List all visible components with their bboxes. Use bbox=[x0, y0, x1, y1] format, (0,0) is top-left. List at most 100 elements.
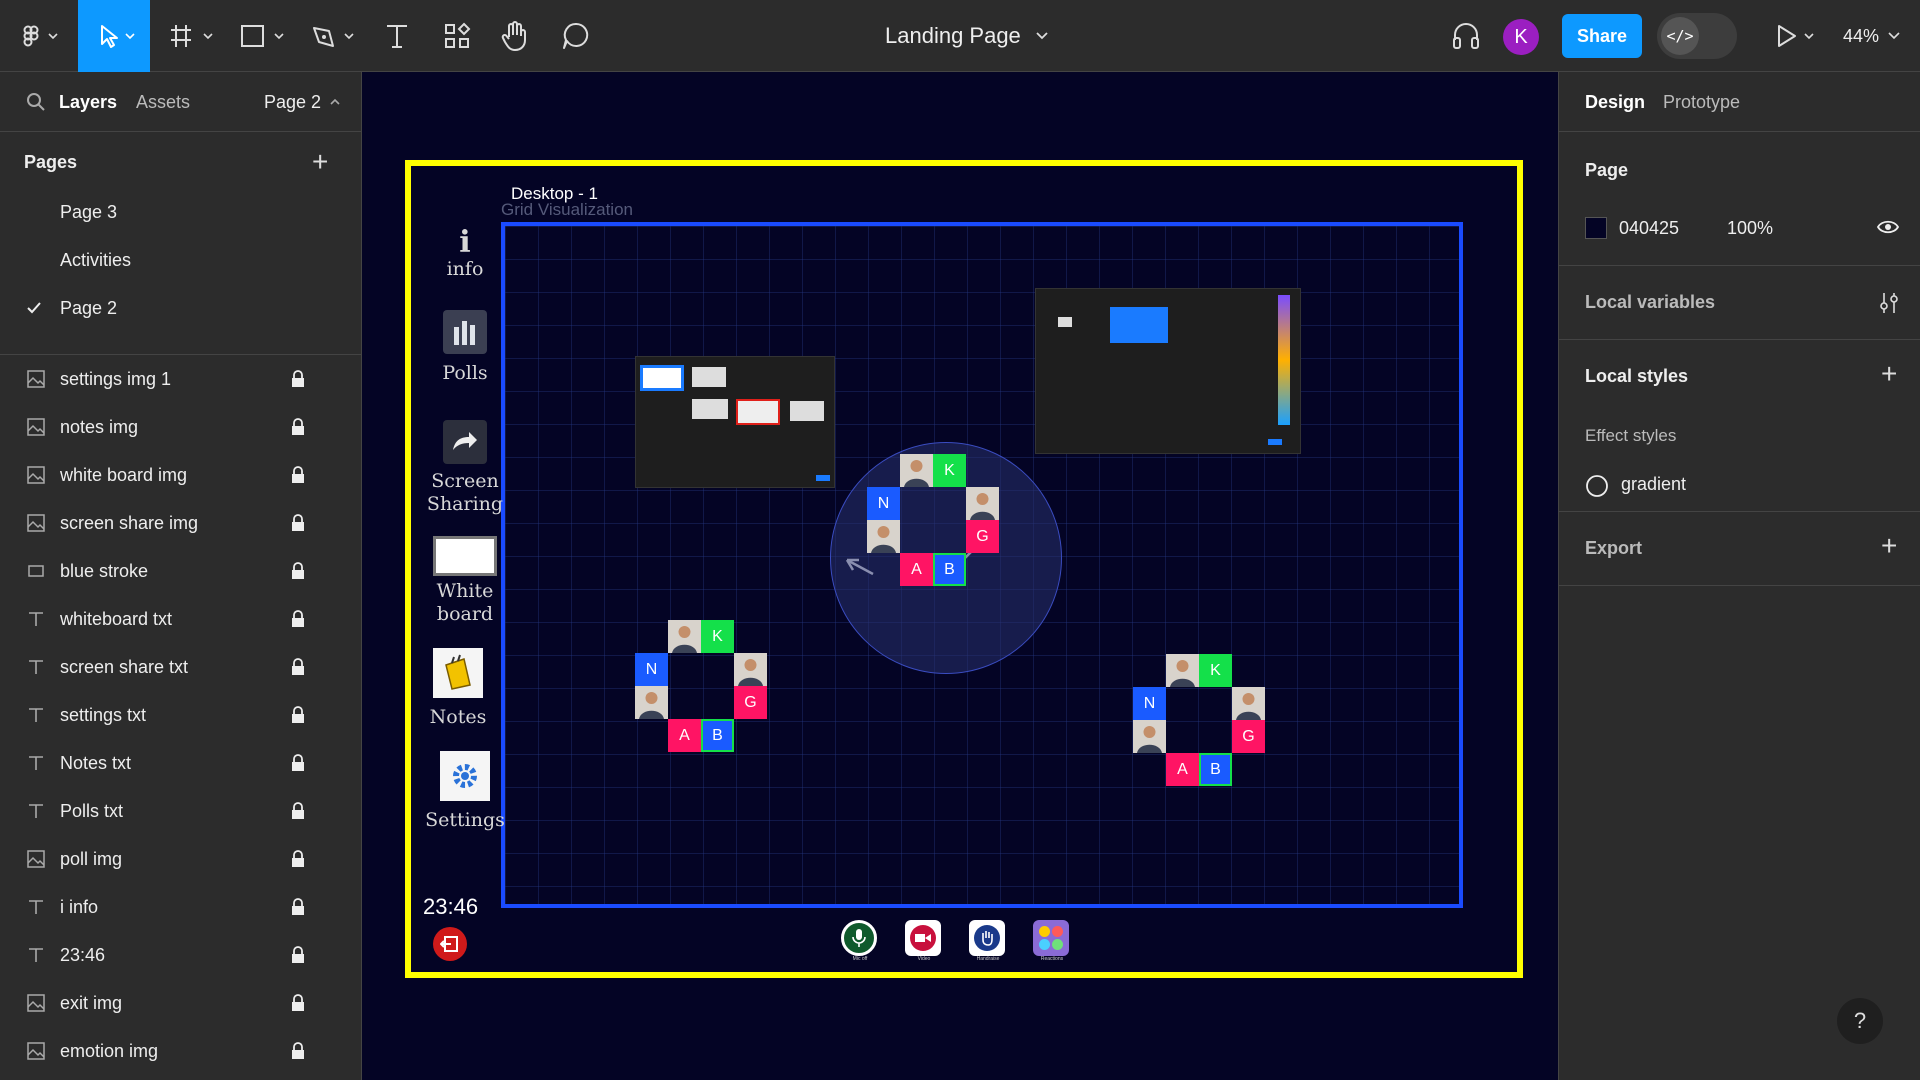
effect-style-gradient[interactable]: gradient bbox=[1621, 474, 1686, 495]
variables-settings-icon[interactable] bbox=[1879, 292, 1899, 314]
tab-design[interactable]: Design bbox=[1585, 92, 1645, 113]
layer-row[interactable]: notes img bbox=[0, 403, 362, 451]
participant-tile[interactable]: B bbox=[933, 553, 966, 586]
lock-icon[interactable] bbox=[291, 610, 305, 628]
local-variables-label[interactable]: Local variables bbox=[1585, 292, 1715, 313]
mic-off-button[interactable]: Mic off bbox=[841, 920, 879, 962]
layer-row[interactable]: i info bbox=[0, 883, 362, 931]
participant-photo[interactable] bbox=[966, 487, 999, 520]
lock-icon[interactable] bbox=[291, 466, 305, 484]
document-title[interactable]: Landing Page bbox=[885, 0, 1049, 72]
info-item[interactable]: i info bbox=[425, 228, 505, 281]
move-tool-icon[interactable] bbox=[78, 0, 150, 72]
layer-row[interactable]: emotion img bbox=[0, 1027, 362, 1075]
participant-tile[interactable]: K bbox=[701, 620, 734, 653]
layer-row[interactable]: white board img bbox=[0, 451, 362, 499]
page-item-page-2[interactable]: Page 2 bbox=[60, 298, 117, 319]
zoom-dropdown[interactable]: 44% bbox=[1843, 0, 1901, 72]
lock-icon[interactable] bbox=[291, 706, 305, 724]
participant-tile[interactable]: G bbox=[1232, 720, 1265, 753]
page-item-page-3[interactable]: Page 3 bbox=[60, 202, 117, 223]
layer-row[interactable]: whiteboard txt bbox=[0, 595, 362, 643]
page-item-activities[interactable]: Activities bbox=[60, 250, 131, 271]
participant-tile[interactable]: G bbox=[966, 520, 999, 553]
page-color-hex[interactable]: 040425 bbox=[1619, 218, 1679, 239]
text-tool-icon[interactable] bbox=[380, 0, 414, 72]
polls-item[interactable]: Polls bbox=[417, 310, 513, 385]
pen-tool-icon[interactable] bbox=[306, 0, 360, 72]
resources-icon[interactable] bbox=[440, 0, 474, 72]
participant-photo[interactable] bbox=[1232, 687, 1265, 720]
canvas[interactable]: Grid Visualization Desktop - 1 i info Po… bbox=[363, 72, 1558, 1080]
user-avatar[interactable]: K bbox=[1503, 19, 1539, 55]
participant-tile[interactable]: N bbox=[1133, 687, 1166, 720]
participant-photo[interactable] bbox=[635, 686, 668, 719]
page-color-swatch[interactable] bbox=[1585, 217, 1607, 239]
lock-icon[interactable] bbox=[291, 418, 305, 436]
participant-tile[interactable]: B bbox=[701, 719, 734, 752]
lock-icon[interactable] bbox=[291, 514, 305, 532]
exit-icon[interactable] bbox=[433, 927, 467, 961]
page-selector[interactable]: Page 2 bbox=[264, 72, 341, 132]
layer-row[interactable]: Polls txt bbox=[0, 787, 362, 835]
settings-item[interactable]: Settings bbox=[413, 751, 517, 832]
whiteboard-item[interactable]: White board bbox=[413, 536, 517, 626]
tab-prototype[interactable]: Prototype bbox=[1663, 92, 1740, 113]
settings-screenshot-image[interactable] bbox=[635, 356, 835, 488]
lock-icon[interactable] bbox=[291, 946, 305, 964]
layer-row[interactable]: screen share img bbox=[0, 499, 362, 547]
help-button[interactable]: ? bbox=[1837, 998, 1883, 1044]
layer-row[interactable]: settings img 1 bbox=[0, 355, 362, 403]
participant-photo[interactable] bbox=[668, 620, 701, 653]
page-opacity[interactable]: 100% bbox=[1727, 218, 1773, 239]
frame-label[interactable]: Desktop - 1 bbox=[511, 184, 598, 204]
search-icon[interactable] bbox=[26, 72, 46, 132]
notes-item[interactable]: Notes bbox=[413, 648, 503, 729]
participant-tile[interactable]: B bbox=[1199, 753, 1232, 786]
figma-menu-icon[interactable] bbox=[14, 0, 64, 72]
participant-photo[interactable] bbox=[734, 653, 767, 686]
lock-icon[interactable] bbox=[291, 562, 305, 580]
layer-row[interactable]: Notes txt bbox=[0, 739, 362, 787]
dev-mode-toggle[interactable]: </> bbox=[1657, 13, 1737, 59]
layer-row[interactable]: poll img bbox=[0, 835, 362, 883]
participant-photo[interactable] bbox=[900, 454, 933, 487]
participant-tile[interactable]: K bbox=[1199, 654, 1232, 687]
reactions-button[interactable]: Reactions bbox=[1033, 920, 1071, 962]
lock-icon[interactable] bbox=[291, 370, 305, 388]
participant-tile[interactable]: A bbox=[900, 553, 933, 586]
handraise-button[interactable]: Handraise bbox=[969, 920, 1007, 962]
lock-icon[interactable] bbox=[291, 1042, 305, 1060]
lock-icon[interactable] bbox=[291, 850, 305, 868]
participant-tile[interactable]: A bbox=[1166, 753, 1199, 786]
participant-tile[interactable]: G bbox=[734, 686, 767, 719]
layer-row[interactable]: 23:46 bbox=[0, 931, 362, 979]
present-play-icon[interactable] bbox=[1770, 0, 1820, 72]
frame-tool-icon[interactable] bbox=[165, 0, 219, 72]
lock-icon[interactable] bbox=[291, 754, 305, 772]
tab-layers[interactable]: Layers bbox=[59, 72, 117, 132]
participant-photo[interactable] bbox=[1166, 654, 1199, 687]
add-style-plus-icon[interactable]: + bbox=[1881, 358, 1897, 390]
comment-icon[interactable] bbox=[558, 0, 594, 72]
lock-icon[interactable] bbox=[291, 994, 305, 1012]
participant-tile[interactable]: K bbox=[933, 454, 966, 487]
participant-photo[interactable] bbox=[867, 520, 900, 553]
lock-icon[interactable] bbox=[291, 658, 305, 676]
layer-row[interactable]: settings txt bbox=[0, 691, 362, 739]
video-button[interactable]: Video bbox=[905, 920, 943, 962]
screen-sharing-item[interactable]: Screen Sharing bbox=[413, 420, 517, 516]
shape-tool-icon[interactable] bbox=[236, 0, 290, 72]
lock-icon[interactable] bbox=[291, 898, 305, 916]
layer-row[interactable]: screen share txt bbox=[0, 643, 362, 691]
tab-assets[interactable]: Assets bbox=[136, 72, 190, 132]
share-button[interactable]: Share bbox=[1562, 14, 1642, 58]
screen-share-screenshot-image[interactable] bbox=[1035, 288, 1301, 454]
participant-tile[interactable]: N bbox=[635, 653, 668, 686]
participant-tile[interactable]: A bbox=[668, 719, 701, 752]
layer-row[interactable]: blue stroke bbox=[0, 547, 362, 595]
participant-photo[interactable] bbox=[1133, 720, 1166, 753]
add-page-plus-icon[interactable]: + bbox=[312, 146, 328, 178]
hand-tool-icon[interactable] bbox=[497, 0, 533, 72]
add-export-plus-icon[interactable]: + bbox=[1881, 530, 1897, 562]
